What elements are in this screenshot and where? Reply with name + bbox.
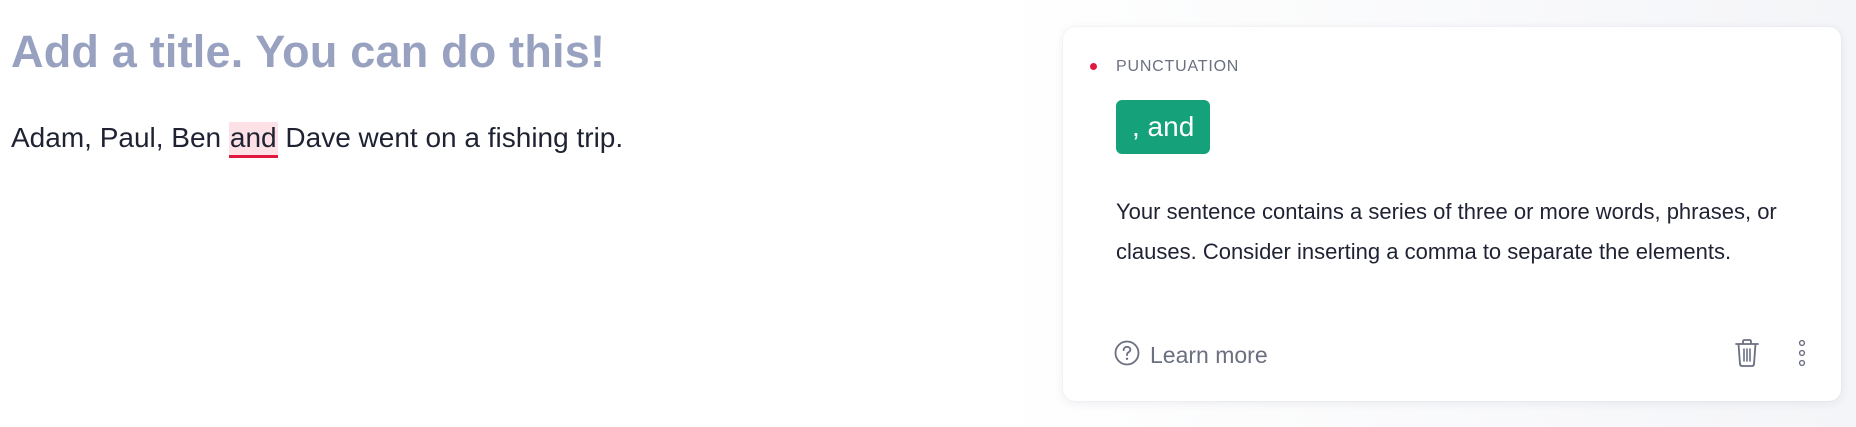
trash-icon [1734,338,1760,373]
suggestion-explanation: Your sentence contains a series of three… [1116,199,1777,264]
learn-more-link[interactable]: Learn more [1114,340,1268,371]
delete-button[interactable] [1732,338,1762,372]
document-title[interactable]: Add a title. You can do this! [11,26,605,78]
document-editor[interactable]: Add a title. You can do this! Adam, Paul… [11,0,991,427]
flagged-word[interactable]: and [228,122,278,158]
category-dot [1090,63,1097,70]
more-options-button[interactable] [1792,338,1812,372]
suggestion-card: PUNCTUATION , and Your sentence contains… [1063,27,1841,401]
learn-more-label: Learn more [1150,342,1268,368]
text-after: Dave went on a fishing trip. [277,122,624,153]
apply-suggestion-button[interactable]: , and [1116,100,1211,154]
app-stage: Add a title. You can do this! Adam, Paul… [0,0,1856,427]
question-circle-icon [1114,340,1140,371]
category-label: PUNCTUATION [1116,58,1240,75]
text-before: Adam, Paul, Ben [11,122,229,153]
document-text[interactable]: Adam, Paul, Ben and Dave went on a fishi… [11,122,624,158]
more-vertical-icon [1797,338,1807,373]
